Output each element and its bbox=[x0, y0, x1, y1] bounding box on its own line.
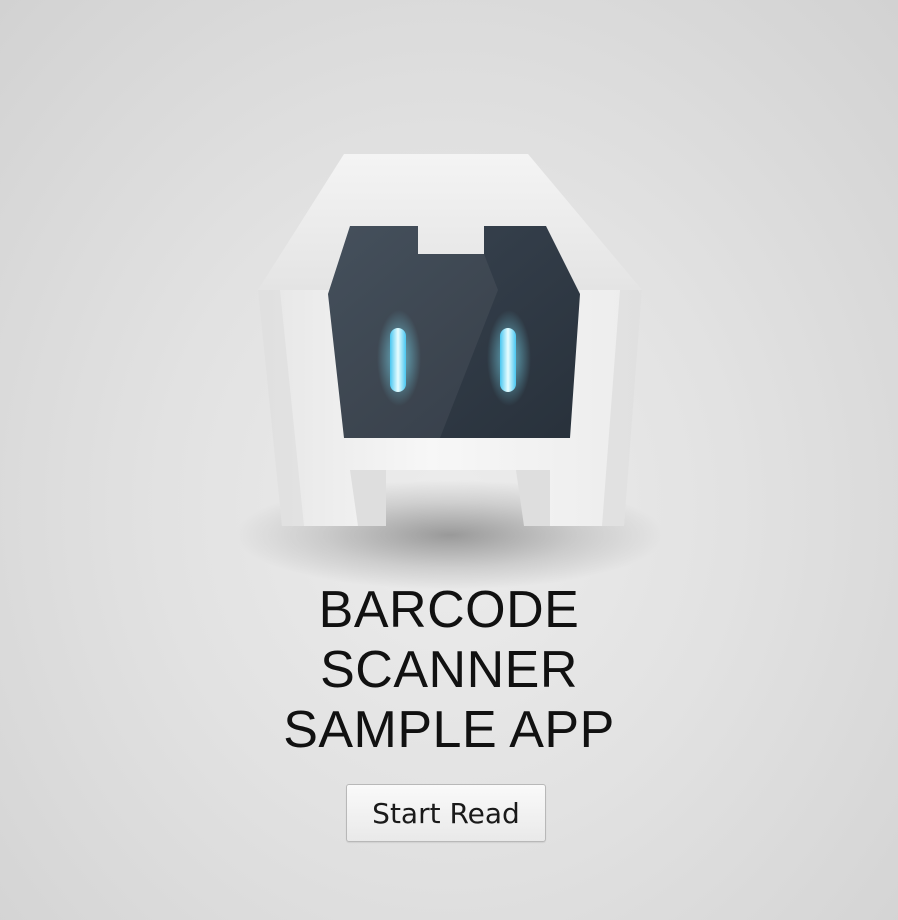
title-line-1: BARCODE bbox=[318, 581, 580, 639]
cordova-robot-icon bbox=[228, 140, 668, 600]
title-line-2: SCANNER bbox=[320, 641, 578, 699]
title-line-3: SAMPLE APP bbox=[283, 701, 615, 759]
app-screen: BARCODE SCANNER SAMPLE APP Start Read bbox=[0, 0, 898, 920]
app-title: BARCODE SCANNER SAMPLE APP bbox=[0, 580, 898, 760]
start-read-button[interactable]: Start Read bbox=[346, 784, 546, 842]
